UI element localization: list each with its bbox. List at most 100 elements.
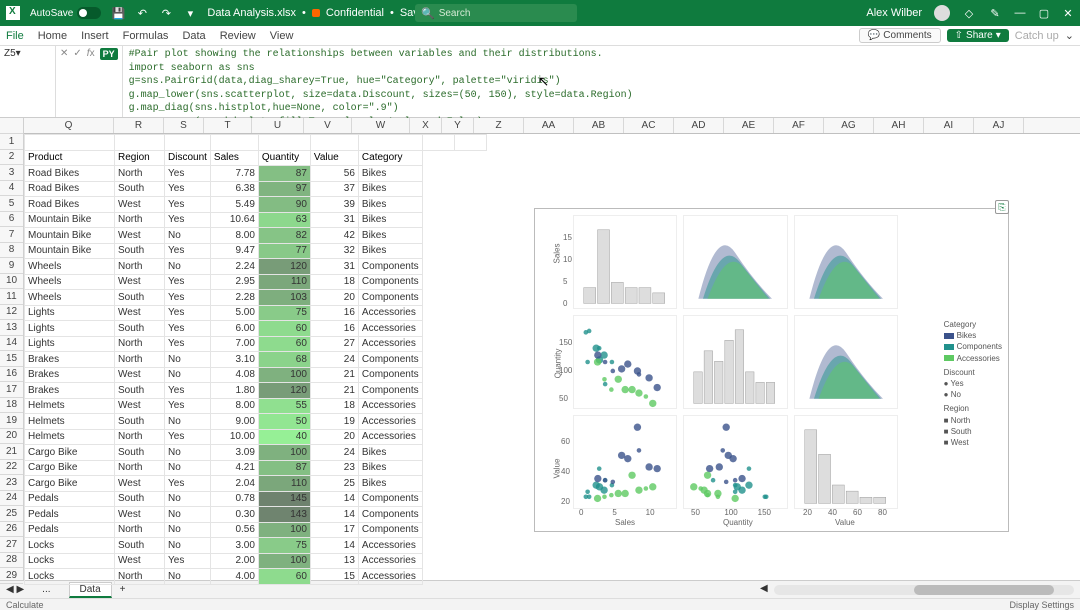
search-box[interactable]: 🔍: [415, 4, 577, 22]
row-header[interactable]: 2: [0, 150, 23, 166]
table-row[interactable]: HelmetsNorthYes10.004020Accessories: [25, 429, 487, 445]
ribbon-tab-view[interactable]: View: [270, 30, 294, 42]
ribbon-tab-review[interactable]: Review: [220, 30, 256, 42]
table-header[interactable]: Sales: [210, 150, 258, 166]
row-header[interactable]: 14: [0, 336, 23, 352]
row-header[interactable]: 6: [0, 212, 23, 228]
row-header[interactable]: 4: [0, 181, 23, 197]
row-header[interactable]: 15: [0, 351, 23, 367]
table-row[interactable]: Road BikesNorthYes7.788756Bikes: [25, 166, 487, 182]
table-row[interactable]: BrakesSouthYes1.8012021Components: [25, 383, 487, 399]
column-header[interactable]: T: [204, 118, 252, 133]
scrollbar-thumb[interactable]: [914, 585, 1054, 595]
chart-options-icon[interactable]: ⎘: [995, 200, 1009, 214]
add-sheet-button[interactable]: +: [120, 584, 126, 595]
table-row[interactable]: Mountain BikeSouthYes9.477732Bikes: [25, 243, 487, 259]
table-header[interactable]: Discount: [165, 150, 211, 166]
table-row[interactable]: LocksWestYes2.0010013Accessories: [25, 553, 487, 569]
column-header[interactable]: AH: [874, 118, 924, 133]
table-row[interactable]: Road BikesWestYes5.499039Bikes: [25, 197, 487, 213]
fx-icon[interactable]: fx: [87, 48, 95, 59]
row-header[interactable]: 23: [0, 475, 23, 491]
column-header[interactable]: V: [304, 118, 352, 133]
table-header[interactable]: Quantity: [258, 150, 310, 166]
maximize-button[interactable]: ▢: [1038, 7, 1050, 19]
table-row[interactable]: Road BikesSouthYes6.389737Bikes: [25, 181, 487, 197]
column-header[interactable]: AI: [924, 118, 974, 133]
display-settings[interactable]: Display Settings: [1009, 600, 1074, 610]
column-header[interactable]: X: [410, 118, 442, 133]
undo-icon[interactable]: ↶: [135, 6, 149, 20]
share-button[interactable]: ⇧ Share ▾: [947, 29, 1009, 42]
row-header[interactable]: 22: [0, 460, 23, 476]
column-header[interactable]: AD: [674, 118, 724, 133]
table-row[interactable]: WheelsWestYes2.9511018Components: [25, 274, 487, 290]
table-row[interactable]: BrakesNorthNo3.106824Components: [25, 352, 487, 368]
row-header[interactable]: 1: [0, 134, 23, 150]
column-header[interactable]: Z: [474, 118, 524, 133]
column-header[interactable]: R: [114, 118, 164, 133]
name-box[interactable]: Z5 ▾: [0, 46, 56, 117]
sheet-nav-icon[interactable]: ◀ ▶: [6, 584, 24, 595]
column-header[interactable]: AE: [724, 118, 774, 133]
table-row[interactable]: WheelsNorthNo2.2412031Components: [25, 259, 487, 275]
table-row[interactable]: HelmetsWestYes8.005518Accessories: [25, 398, 487, 414]
row-header[interactable]: 13: [0, 320, 23, 336]
cancel-icon[interactable]: ✕: [60, 48, 68, 59]
row-header[interactable]: 26: [0, 522, 23, 538]
column-header[interactable]: Y: [442, 118, 474, 133]
row-header[interactable]: 11: [0, 289, 23, 305]
column-header[interactable]: AA: [524, 118, 574, 133]
table-row[interactable]: BrakesWestNo4.0810021Components: [25, 367, 487, 383]
sheet-tab[interactable]: ...: [32, 583, 60, 596]
minimize-button[interactable]: —: [1014, 7, 1026, 19]
table-row[interactable]: LightsSouthYes6.006016Accessories: [25, 321, 487, 337]
lightbulb-icon[interactable]: ✎: [988, 6, 1002, 20]
ribbon-tab-home[interactable]: Home: [38, 30, 67, 42]
chevron-icon[interactable]: ⌄: [1065, 29, 1074, 42]
horizontal-scrollbar[interactable]: ◀ ▶: [774, 585, 1074, 595]
column-header[interactable]: AJ: [974, 118, 1024, 133]
table-row[interactable]: LightsNorthYes7.006027Accessories: [25, 336, 487, 352]
row-header[interactable]: 21: [0, 444, 23, 460]
table-row[interactable]: Cargo BikeWestYes2.0411025Bikes: [25, 476, 487, 492]
row-header[interactable]: 28: [0, 553, 23, 569]
table-header[interactable]: Category: [358, 150, 422, 166]
ribbon-tab-file[interactable]: File: [6, 30, 24, 42]
column-header[interactable]: S: [164, 118, 204, 133]
row-header[interactable]: 9: [0, 258, 23, 274]
row-header[interactable]: 3: [0, 165, 23, 181]
save-icon[interactable]: 💾: [111, 6, 125, 20]
row-header[interactable]: 20: [0, 429, 23, 445]
column-header[interactable]: AC: [624, 118, 674, 133]
pairplot-chart[interactable]: ⎘ Sales Quantity Value Sales Quantity Va…: [534, 208, 1009, 532]
row-header[interactable]: 8: [0, 243, 23, 259]
catch-up-button[interactable]: Catch up: [1015, 30, 1059, 42]
table-row[interactable]: Cargo BikeNorthNo4.218723Bikes: [25, 460, 487, 476]
column-header[interactable]: AB: [574, 118, 624, 133]
ribbon-tab-formulas[interactable]: Formulas: [123, 30, 169, 42]
column-header[interactable]: U: [252, 118, 304, 133]
table-row[interactable]: HelmetsSouthNo9.005019Accessories: [25, 414, 487, 430]
row-header[interactable]: 10: [0, 274, 23, 290]
table-header[interactable]: Product: [25, 150, 115, 166]
row-header[interactable]: 16: [0, 367, 23, 383]
python-code[interactable]: #Pair plot showing the relationships bet…: [123, 46, 1080, 117]
table-row[interactable]: Mountain BikeNorthYes10.646331Bikes: [25, 212, 487, 228]
row-header[interactable]: 12: [0, 305, 23, 321]
row-header[interactable]: 24: [0, 491, 23, 507]
column-header[interactable]: AG: [824, 118, 874, 133]
spreadsheet-grid[interactable]: 1234567891011121314151617181920212223242…: [0, 118, 1080, 580]
table-row[interactable]: Mountain BikeWestNo8.008242Bikes: [25, 228, 487, 244]
row-header[interactable]: 19: [0, 413, 23, 429]
ribbon-tab-data[interactable]: Data: [182, 30, 205, 42]
row-header[interactable]: 17: [0, 382, 23, 398]
row-header[interactable]: 25: [0, 506, 23, 522]
table-header[interactable]: Value: [310, 150, 358, 166]
close-button[interactable]: ✕: [1062, 7, 1074, 19]
enter-icon[interactable]: ✓: [73, 48, 81, 59]
autosave-toggle[interactable]: [77, 7, 101, 19]
row-header[interactable]: 18: [0, 398, 23, 414]
column-header[interactable]: Q: [24, 118, 114, 133]
avatar[interactable]: [934, 5, 950, 21]
